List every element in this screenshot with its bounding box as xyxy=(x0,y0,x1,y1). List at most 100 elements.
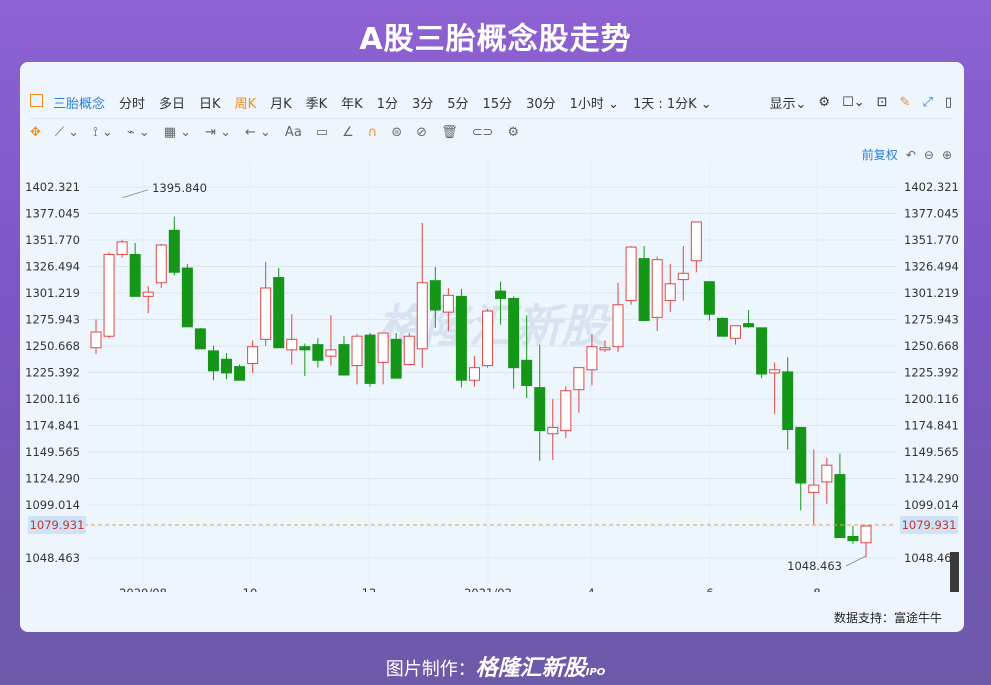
channel-tool-icon[interactable]: ⟟ ⌄ xyxy=(93,125,113,140)
adjustment-row: 前复权 ↶ ⊖ ⊕ xyxy=(862,146,952,163)
y-tick-label-left: 1099.014 xyxy=(25,498,80,512)
candle-body xyxy=(260,287,272,340)
angle-tool-icon[interactable]: ∠ xyxy=(342,125,354,140)
fullscreen-icon[interactable]: ⤢ xyxy=(922,95,932,110)
y-tick-label-right: 1377.045 xyxy=(904,207,959,221)
y-tick-label-right: 1351.770 xyxy=(904,233,959,247)
fib-tool-icon[interactable]: ▦ ⌄ xyxy=(164,125,191,140)
y-tick-label-left: 1351.770 xyxy=(25,233,80,247)
candle-body xyxy=(495,290,507,299)
wave-tool-icon[interactable]: ⌁ ⌄ xyxy=(127,125,150,140)
candle xyxy=(455,289,467,388)
sidebar-toggle-icon[interactable]: ▯ xyxy=(945,95,952,110)
y-tick-label-left: 1200.116 xyxy=(25,392,80,406)
candle-body xyxy=(364,334,376,384)
y-tick-label-left: 1124.290 xyxy=(25,471,80,485)
arrow-tool-icon[interactable]: ← ⌄ xyxy=(245,125,271,140)
candle-body xyxy=(573,367,585,391)
candle xyxy=(390,333,402,379)
candle-body xyxy=(690,221,702,262)
candle-body xyxy=(351,335,363,367)
candlestick-chart[interactable]: 格隆汇新股1402.3211402.3211377.0451377.045135… xyxy=(20,162,964,592)
tab-daily-k[interactable]: 日K xyxy=(199,93,221,112)
candle-body xyxy=(756,327,768,375)
candle-body xyxy=(508,297,520,369)
tab-quarterly-k[interactable]: 季K xyxy=(306,93,328,112)
line-tool-icon[interactable]: ⟋ ⌄ xyxy=(55,125,79,140)
tab-multi-day[interactable]: 多日 xyxy=(159,93,185,112)
candle-body xyxy=(534,387,546,432)
y-tick-label-right: 1402.321 xyxy=(904,180,959,194)
range-tool-icon[interactable]: ⇥ ⌄ xyxy=(205,125,231,140)
text-tool-icon[interactable]: Aa xyxy=(285,125,302,140)
candle xyxy=(716,317,728,337)
tab-three-child-concept[interactable]: 三胎概念 xyxy=(53,93,105,112)
y-tick-label-left: 1174.841 xyxy=(25,418,80,432)
y-tick-label-left: 1048.463 xyxy=(25,551,80,565)
candle xyxy=(181,263,193,328)
candle-body xyxy=(521,359,533,386)
tab-yearly-k[interactable]: 年K xyxy=(341,93,363,112)
current-price-tag-right: 1079.931 xyxy=(902,518,957,532)
page-title: A股三胎概念股走势 xyxy=(359,22,632,57)
y-tick-label-left: 1149.565 xyxy=(25,445,80,459)
y-tick-label-right: 1200.116 xyxy=(904,392,959,406)
tab-intraday[interactable]: 分时 xyxy=(119,93,145,112)
forward-adjust-button[interactable]: 前复权 xyxy=(862,146,898,163)
tab-weekly-k[interactable]: 周K xyxy=(235,93,257,112)
volume-indicator xyxy=(950,552,959,592)
hide-drawings-icon[interactable]: ⊘ xyxy=(416,125,427,140)
magnet-icon[interactable]: ∩ xyxy=(368,125,378,140)
settings-gear-icon[interactable]: ⚙ xyxy=(818,95,830,110)
candle-body xyxy=(234,366,246,381)
panel-toggle-icon[interactable] xyxy=(30,93,43,111)
candle-body xyxy=(338,344,350,376)
candle-body xyxy=(442,294,454,313)
candle-body xyxy=(168,229,180,273)
candle-body xyxy=(390,338,402,379)
candle-body xyxy=(743,323,755,328)
lock-drawings-icon[interactable]: ⊜ xyxy=(391,125,402,140)
candle-body xyxy=(808,484,820,493)
tab-15min[interactable]: 15分 xyxy=(483,93,513,112)
undo-icon[interactable]: ↶ xyxy=(906,148,916,162)
comment-tool-icon[interactable]: ▭ xyxy=(316,125,328,140)
candle-body xyxy=(769,369,781,374)
candle-body xyxy=(482,310,494,367)
candle-body xyxy=(547,426,559,435)
zoom-out-icon[interactable]: ⊖ xyxy=(924,148,934,162)
tab-5min[interactable]: 5分 xyxy=(447,93,468,112)
tab-1day-1min-dropdown[interactable]: 1天 : 1分K ⌄ xyxy=(633,93,712,112)
candle xyxy=(116,239,128,258)
pencil-icon[interactable]: ✎ xyxy=(900,95,911,110)
max-label: 1395.840 xyxy=(152,181,207,195)
drawing-settings-icon[interactable]: ⚙ xyxy=(507,125,519,140)
camera-icon[interactable]: ⊡ xyxy=(877,95,888,110)
move-crosshair-icon[interactable]: ✥ xyxy=(30,125,41,140)
trash-icon[interactable]: 🗑 xyxy=(441,125,458,140)
tab-monthly-k[interactable]: 月K xyxy=(270,93,292,112)
link-icon[interactable]: ⊂⊃ xyxy=(472,125,494,140)
candle-body xyxy=(103,253,115,337)
toolbar-right: 显示⌄ ⚙ ☐⌄ ⊡ ✎ ⤢ ▯ xyxy=(758,88,952,116)
candle-body xyxy=(703,281,715,315)
candle-body xyxy=(651,259,663,318)
tab-30min[interactable]: 30分 xyxy=(526,93,556,112)
y-tick-label-right: 1174.841 xyxy=(904,418,959,432)
candle xyxy=(194,327,206,350)
tab-3min[interactable]: 3分 xyxy=(412,93,433,112)
candle-body xyxy=(142,291,154,297)
x-tick-label: 12 xyxy=(362,586,377,592)
y-tick-label-right: 1124.290 xyxy=(904,471,959,485)
y-tick-label-right: 1099.014 xyxy=(904,498,959,512)
candle-body xyxy=(455,295,467,381)
candle xyxy=(364,333,376,387)
y-tick-label-left: 1301.219 xyxy=(25,286,80,300)
y-tick-label-left: 1402.321 xyxy=(25,180,80,194)
candle-body xyxy=(325,349,337,357)
layout-box-icon[interactable]: ☐⌄ xyxy=(842,95,865,110)
display-dropdown[interactable]: 显示⌄ xyxy=(770,93,807,112)
tab-1min[interactable]: 1分 xyxy=(377,93,398,112)
zoom-in-icon[interactable]: ⊕ xyxy=(942,148,952,162)
tab-1hour-dropdown[interactable]: 1小时 ⌄ xyxy=(570,93,619,112)
